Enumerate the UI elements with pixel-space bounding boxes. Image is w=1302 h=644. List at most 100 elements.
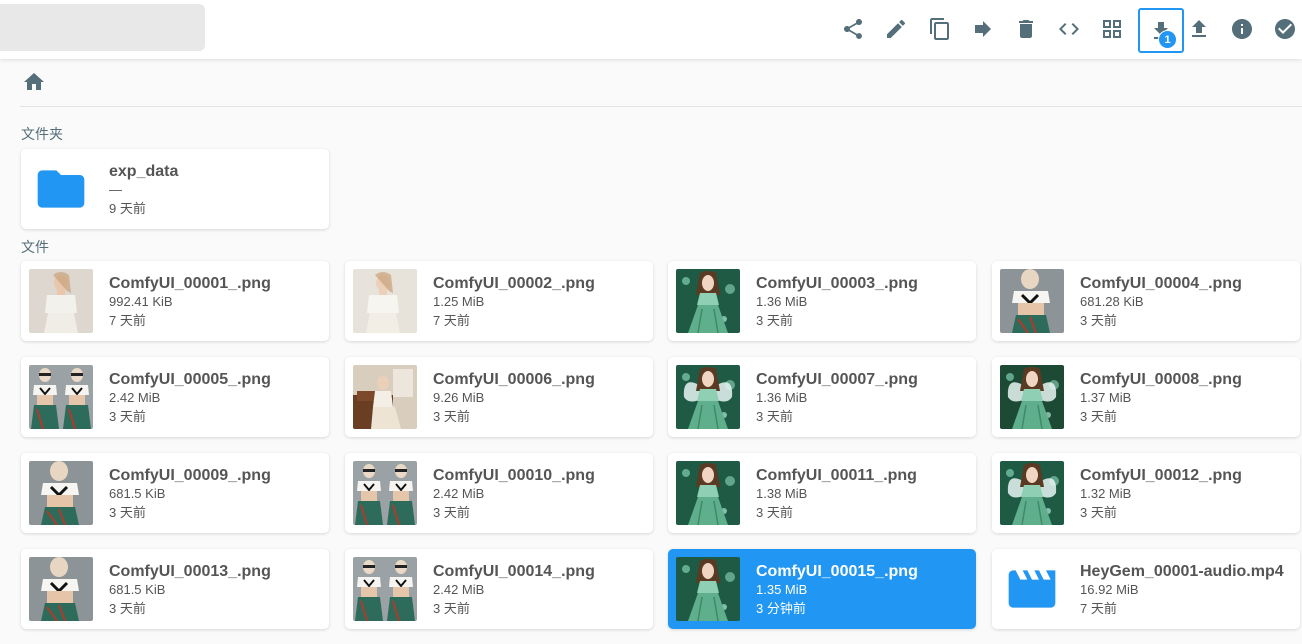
file-card[interactable]: ComfyUI_00005_.png 2.42 MiB 3 天前 <box>21 357 329 437</box>
check-circle-icon <box>1275 19 1295 39</box>
file-card[interactable]: ComfyUI_00008_.png 1.37 MiB 3 天前 <box>992 357 1300 437</box>
upload-button[interactable] <box>1184 12 1214 46</box>
image-thumbnail <box>1000 269 1064 333</box>
file-card[interactable]: ComfyUI_00002_.png 1.25 MiB 7 天前 <box>345 261 653 341</box>
file-name: ComfyUI_00003_.png <box>756 275 918 292</box>
download-count-badge: 1 <box>1158 30 1177 49</box>
file-modified: 3 天前 <box>1080 409 1117 424</box>
embed-button[interactable] <box>1054 12 1084 46</box>
folder-modified: 9 天前 <box>109 201 146 216</box>
file-name: ComfyUI_00014_.png <box>433 563 595 580</box>
share-button[interactable] <box>838 12 868 46</box>
file-name: ComfyUI_00001_.png <box>109 275 271 292</box>
file-size: 16.92 MiB <box>1080 582 1139 597</box>
grid-view-icon <box>1103 20 1121 38</box>
file-card[interactable]: ComfyUI_00012_.png 1.32 MiB 3 天前 <box>992 453 1300 533</box>
file-card[interactable]: ComfyUI_00001_.png 992.41 KiB 7 天前 <box>21 261 329 341</box>
file-card[interactable]: ComfyUI_00011_.png 1.38 MiB 3 天前 <box>668 453 976 533</box>
top-bar: 1 <box>0 0 1302 59</box>
download-button[interactable]: 1 <box>1138 8 1184 53</box>
share-icon <box>844 19 862 39</box>
home-icon[interactable] <box>22 70 46 94</box>
file-card[interactable]: ComfyUI_00009_.png 681.5 KiB 3 天前 <box>21 453 329 533</box>
file-modified: 3 天前 <box>109 409 146 424</box>
file-modified: 3 天前 <box>1080 313 1117 328</box>
file-size: 2.42 MiB <box>433 582 485 597</box>
image-thumbnail <box>1000 365 1064 429</box>
file-size: 2.42 MiB <box>433 486 485 501</box>
file-name: ComfyUI_00005_.png <box>109 371 271 388</box>
info-icon <box>1232 19 1252 39</box>
image-thumbnail <box>29 365 93 429</box>
image-thumbnail <box>29 269 93 333</box>
file-size: 1.25 MiB <box>433 294 485 309</box>
file-modified: 3 天前 <box>433 505 470 520</box>
delete-icon <box>1019 20 1033 38</box>
image-thumbnail <box>676 365 740 429</box>
file-name: ComfyUI_00015_.png <box>756 563 918 580</box>
file-name: ComfyUI_00009_.png <box>109 467 271 484</box>
image-thumbnail <box>353 365 417 429</box>
file-name: ComfyUI_00007_.png <box>756 371 918 388</box>
file-modified: 7 天前 <box>109 313 146 328</box>
edit-icon <box>887 19 906 38</box>
file-card[interactable]: ComfyUI_00013_.png 681.5 KiB 3 天前 <box>21 549 329 629</box>
image-thumbnail <box>1000 461 1064 525</box>
folder-icon <box>33 161 89 217</box>
file-name: ComfyUI_00012_.png <box>1080 467 1242 484</box>
file-size: 9.26 MiB <box>433 390 485 405</box>
file-modified: 3 天前 <box>756 409 793 424</box>
file-size: 992.41 KiB <box>109 294 173 309</box>
file-card[interactable]: HeyGem_00001-audio.mp4 16.92 MiB 7 天前 <box>992 549 1300 629</box>
file-modified: 3 天前 <box>433 601 470 616</box>
file-card[interactable]: ComfyUI_00003_.png 1.36 MiB 3 天前 <box>668 261 976 341</box>
image-thumbnail <box>353 557 417 621</box>
file-size: 1.38 MiB <box>756 486 808 501</box>
copy-button[interactable] <box>925 12 955 46</box>
move-button[interactable] <box>968 12 998 46</box>
file-name: ComfyUI_00002_.png <box>433 275 595 292</box>
delete-button[interactable] <box>1011 12 1041 46</box>
image-thumbnail <box>353 461 417 525</box>
file-card[interactable]: ComfyUI_00015_.png 1.35 MiB 3 分钟前 <box>668 549 976 629</box>
file-name: ComfyUI_00006_.png <box>433 371 595 388</box>
folder-card[interactable]: exp_data — 9 天前 <box>21 149 329 229</box>
copy-icon <box>930 18 949 40</box>
file-size: 1.35 MiB <box>756 582 808 597</box>
file-name: ComfyUI_00004_.png <box>1080 275 1242 292</box>
file-size: 2.42 MiB <box>109 390 161 405</box>
file-modified: 7 天前 <box>1080 601 1117 616</box>
file-card[interactable]: ComfyUI_00006_.png 9.26 MiB 3 天前 <box>345 357 653 437</box>
file-modified: 3 天前 <box>756 505 793 520</box>
file-size: 1.32 MiB <box>1080 486 1132 501</box>
folder-name: exp_data <box>109 163 179 180</box>
file-modified: 7 天前 <box>433 313 470 328</box>
folder-size: — <box>109 182 122 197</box>
file-size: 1.37 MiB <box>1080 390 1132 405</box>
file-size: 1.36 MiB <box>756 390 808 405</box>
breadcrumb <box>20 69 1302 107</box>
image-thumbnail <box>353 269 417 333</box>
image-thumbnail <box>29 461 93 525</box>
file-card[interactable]: ComfyUI_00007_.png 1.36 MiB 3 天前 <box>668 357 976 437</box>
image-thumbnail <box>676 557 740 621</box>
file-card[interactable]: ComfyUI_00004_.png 681.28 KiB 3 天前 <box>992 261 1300 341</box>
file-card[interactable]: ComfyUI_00014_.png 2.42 MiB 3 天前 <box>345 549 653 629</box>
file-name: ComfyUI_00013_.png <box>109 563 271 580</box>
embed-code-icon <box>1059 23 1079 35</box>
search-bar[interactable] <box>0 4 205 51</box>
file-size: 1.36 MiB <box>756 294 808 309</box>
file-modified: 3 天前 <box>433 409 470 424</box>
upload-icon <box>1192 20 1206 37</box>
file-card[interactable]: ComfyUI_00010_.png 2.42 MiB 3 天前 <box>345 453 653 533</box>
rename-button[interactable] <box>881 12 911 46</box>
file-modified: 3 分钟前 <box>756 601 806 616</box>
file-size: 681.28 KiB <box>1080 294 1144 309</box>
file-name: ComfyUI_00010_.png <box>433 467 595 484</box>
info-button[interactable] <box>1227 12 1257 46</box>
view-mode-button[interactable] <box>1097 12 1127 46</box>
select-all-button[interactable] <box>1270 12 1300 46</box>
folders-section-title: 文件夹 <box>21 126 63 142</box>
image-thumbnail <box>676 461 740 525</box>
file-name: HeyGem_00001-audio.mp4 <box>1080 563 1284 580</box>
